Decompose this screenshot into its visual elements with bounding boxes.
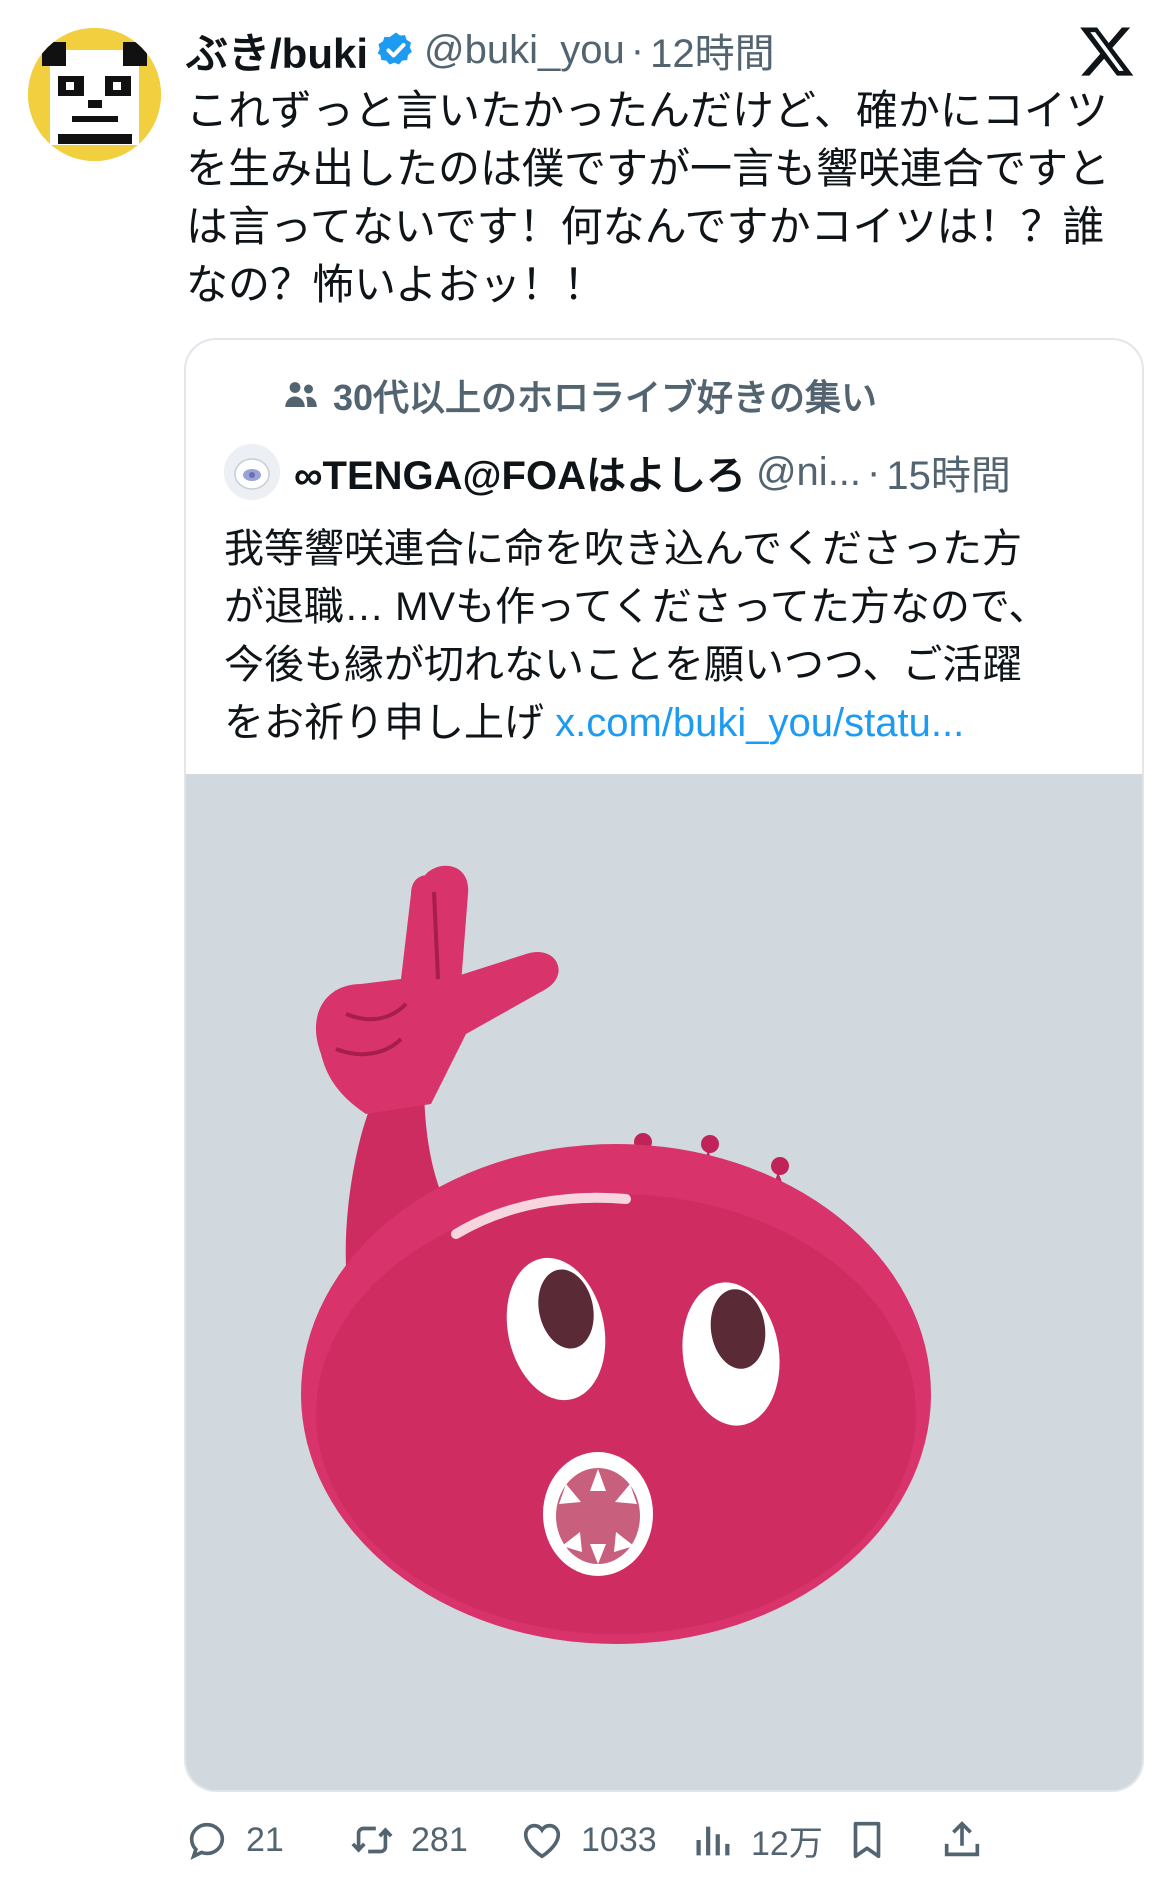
author-avatar[interactable]: [28, 28, 161, 161]
tweet-action-bar: 21 281 1033 12万: [184, 1810, 1140, 1870]
separator-dot: ·: [867, 449, 881, 494]
tweet-text: これずっと言いたかったんだけど、確かにコイツ を生み出したのは僕ですが一言も響咲…: [186, 82, 1136, 314]
tweet-time[interactable]: 12時間: [650, 21, 775, 79]
bookmark-button[interactable]: [844, 1810, 906, 1870]
pixel-panda-avatar-icon: [28, 28, 161, 161]
quoted-tweet-header: ∞TENGA@FOAはよしろ @ni... · 15時間: [224, 442, 1011, 502]
quoted-tweet-card[interactable]: 30代以上のホロライブ好きの集い ∞TENGA@FOAはよしろ @ni... ·…: [184, 338, 1144, 1792]
tweet-text-line: これずっと言いたかったんだけど、確かにコイツ: [186, 87, 1108, 134]
quoted-text-line: が退職… MVも作ってくださってた方なので、: [224, 585, 1049, 629]
views-button[interactable]: 12万: [689, 1810, 823, 1870]
community-name: 30代以上のホロライブ好きの集い: [333, 377, 878, 418]
quoted-text-line: をお祈り申し上げ x.com/buki_you/statu...: [224, 694, 1124, 752]
like-button[interactable]: 1033: [519, 1810, 657, 1870]
author-handle[interactable]: @buki_you: [424, 28, 625, 73]
quoted-tweet-link[interactable]: x.com/buki_you/statu...: [555, 701, 964, 745]
author-display-name[interactable]: ぶき/buki: [186, 20, 368, 81]
quoted-text-line-part: をお祈り申し上げ: [224, 701, 556, 745]
tweet-text-line: は言ってないです！何なんですかコイツは！？誰: [186, 203, 1105, 250]
separator-dot: ·: [630, 27, 645, 72]
views-count: 12万: [751, 1824, 823, 1863]
tweet-text-line: なの？怖いよおッ！！: [186, 261, 606, 308]
like-count: 1033: [581, 1820, 657, 1859]
heart-icon: [523, 1823, 561, 1859]
tweet-header: ぶき/buki @buki_you · 12時間: [186, 18, 775, 82]
views-icon: [696, 1826, 730, 1856]
reply-button[interactable]: 21: [184, 1810, 284, 1870]
share-icon: [944, 1821, 980, 1857]
tweet-text-line: を生み出したのは僕ですが一言も響咲連合ですと: [186, 145, 1111, 192]
repost-count: 281: [411, 1820, 468, 1859]
share-button[interactable]: [939, 1810, 1001, 1870]
people-icon: [285, 382, 317, 407]
quoted-avatar-image: [224, 444, 280, 500]
verified-badge-icon: [377, 32, 412, 65]
bookmark-icon: [853, 1821, 881, 1859]
quoted-tweet-media[interactable]: [186, 774, 1142, 1790]
community-label[interactable]: 30代以上のホロライブ好きの集い: [283, 370, 877, 420]
repost-button[interactable]: 281: [349, 1810, 468, 1870]
quoted-author-avatar[interactable]: [224, 444, 280, 500]
reply-count: 21: [246, 1820, 284, 1859]
reply-icon: [189, 1822, 225, 1860]
quoted-author-handle[interactable]: @ni...: [756, 450, 861, 495]
pink-blob-character-image: [186, 774, 1142, 1790]
x-logo-icon[interactable]: [1078, 22, 1136, 80]
quoted-text-line: 今後も縁が切れないことを願いつつ、ご活躍: [224, 643, 1023, 687]
quoted-tweet-time[interactable]: 15時間: [886, 443, 1011, 501]
quoted-author-display-name[interactable]: ∞TENGA@FOAはよしろ: [294, 443, 746, 501]
quoted-tweet-text: 我等響咲連合に命を吹き込んでくださった方 が退職… MVも作ってくださってた方な…: [224, 520, 1124, 752]
repost-icon: [351, 1826, 393, 1854]
quoted-text-line: 我等響咲連合に命を吹き込んでくださった方: [224, 527, 1022, 571]
